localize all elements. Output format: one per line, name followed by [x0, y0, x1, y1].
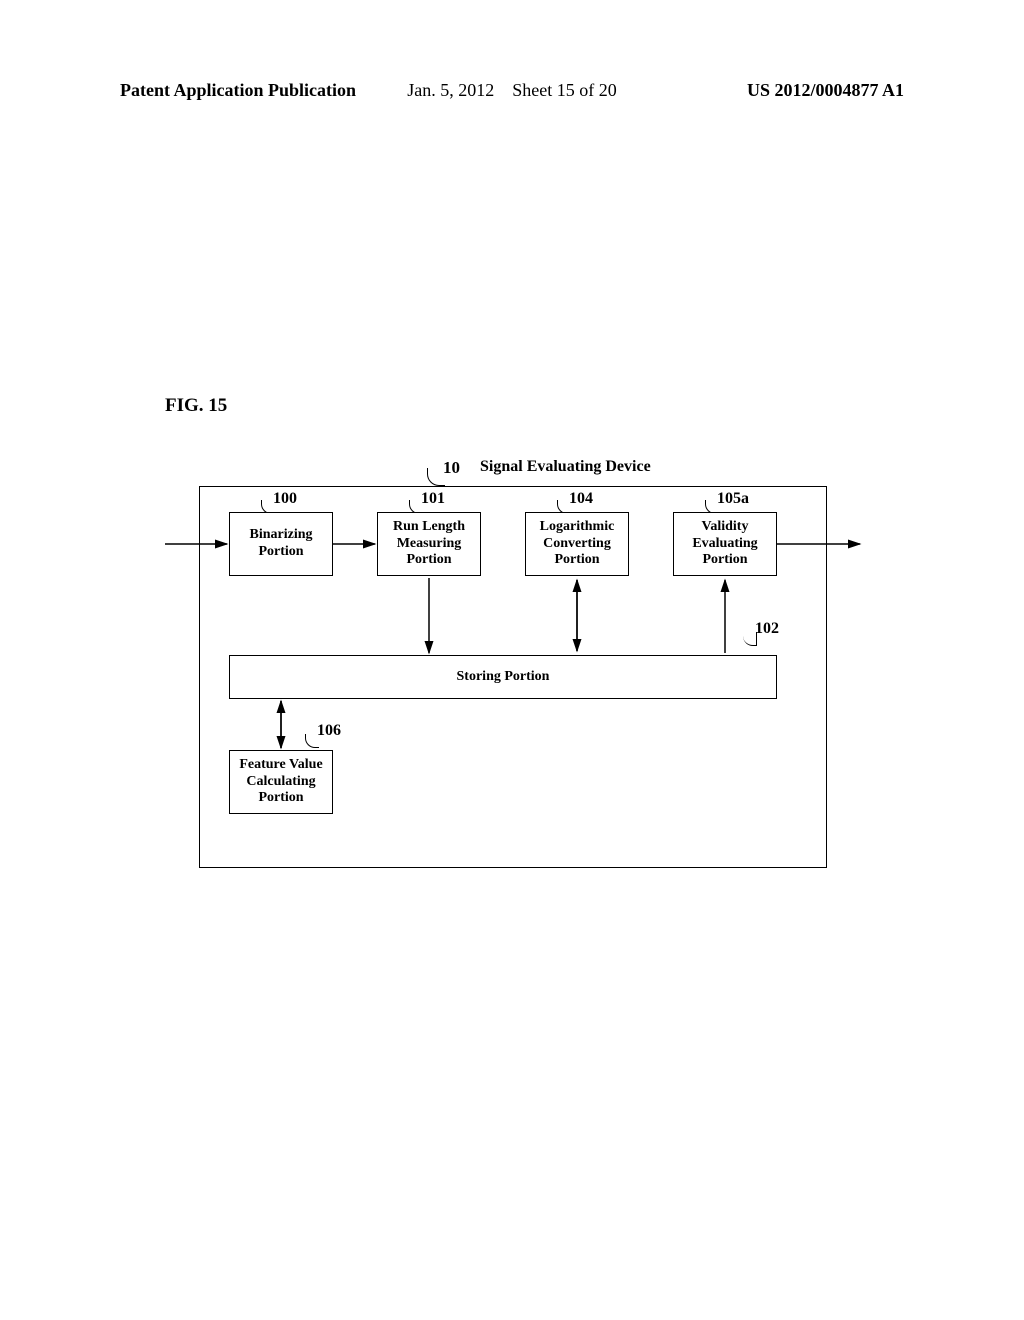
header-publication: Patent Application Publication	[120, 80, 356, 101]
header-sheet: Sheet 15 of 20	[512, 80, 616, 100]
header-center: Jan. 5, 2012 Sheet 15 of 20	[407, 80, 616, 101]
header-date: Jan. 5, 2012	[407, 80, 494, 100]
diagram: 10 Signal Evaluating Device 100 101 104 …	[165, 450, 865, 870]
figure-label: FIG. 15	[165, 395, 227, 417]
arrows-svg	[165, 450, 865, 870]
header-pubnum: US 2012/0004877 A1	[747, 80, 904, 101]
